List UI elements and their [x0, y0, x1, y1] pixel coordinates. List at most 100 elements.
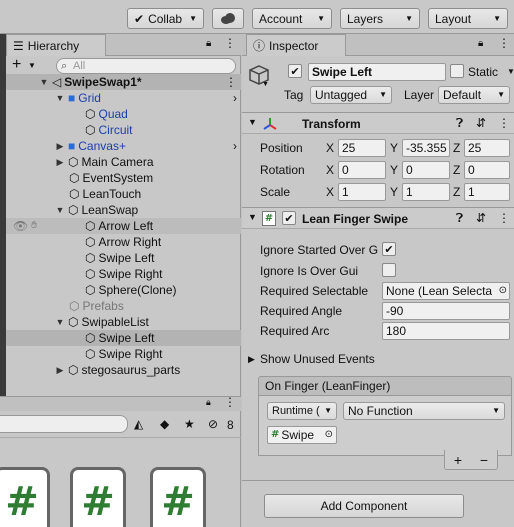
help-icon[interactable]: ❓︎ — [456, 116, 463, 131]
layers-dropdown[interactable]: Layers ▼ — [340, 8, 420, 29]
list-item[interactable]: ⬡ Swipe Left — [6, 250, 241, 266]
list-item[interactable]: ⬡ Circuit — [6, 122, 241, 138]
hidden-packages-icon[interactable]: ⊘ — [208, 417, 218, 431]
lean-finger-swipe-header[interactable]: ▼ # ✔ Lean Finger Swipe ❓︎ ⇵ ⋮ — [242, 207, 514, 229]
rotation-z-field[interactable]: 0 — [464, 161, 510, 179]
list-item[interactable]: ▼ ⬡ SwipableList — [6, 314, 241, 330]
target-object-field[interactable]: # Swipe ⊙ — [267, 426, 337, 444]
list-item[interactable]: ▼ ⬡ LeanSwap — [6, 202, 241, 218]
remove-event-button[interactable]: − — [480, 452, 488, 468]
collapsed-arrow-icon[interactable]: ▶ — [55, 362, 65, 378]
list-item[interactable]: 👁︎ ✋︎ ⬡ Arrow Left — [6, 218, 241, 234]
lock-icon[interactable]: 🔒︎ — [206, 397, 211, 408]
chevron-right-icon[interactable]: › — [233, 90, 237, 106]
collapsed-arrow-icon[interactable]: ▶ — [55, 138, 65, 154]
runtime-dropdown[interactable]: Runtime (▼ — [267, 402, 337, 420]
cube-icon: ⬡ — [85, 267, 96, 281]
script-asset-icon[interactable]: # — [70, 467, 126, 527]
object-picker-icon[interactable]: ⊙ — [325, 427, 333, 443]
list-item[interactable]: ⬡ EventSystem — [6, 170, 241, 186]
lock-icon[interactable]: 🔒︎ — [206, 38, 211, 49]
list-item[interactable]: ⬡ Arrow Right — [6, 234, 241, 250]
expand-arrow-icon[interactable]: ▼ — [248, 117, 257, 127]
icon-dropdown-arrow-icon[interactable]: ▼ — [262, 81, 269, 88]
function-dropdown[interactable]: No Function ▼ — [343, 402, 505, 420]
list-item[interactable]: ⬡ Swipe Right — [6, 346, 241, 362]
required-angle-field[interactable]: -90 — [382, 302, 510, 320]
scale-x-field[interactable]: 1 — [338, 183, 386, 201]
list-item[interactable]: ▶ ■ Canvas+ › — [6, 138, 241, 154]
scene-row[interactable]: ▼ ◁ SwipeSwap1* ⋮ — [6, 74, 241, 90]
ignore-started-checkbox[interactable]: ✔ — [382, 242, 396, 256]
transform-header[interactable]: ▼ Transform ❓︎ ⇵ ⋮ — [242, 112, 514, 134]
script-asset-icon[interactable]: # — [150, 467, 206, 527]
script-asset-icon[interactable]: # — [0, 467, 50, 527]
add-event-button[interactable]: + — [454, 452, 462, 468]
menu-icon[interactable]: ⋮ — [224, 395, 236, 409]
ignore-over-gui-checkbox[interactable] — [382, 263, 396, 277]
component-menu-icon[interactable]: ⋮ — [498, 116, 510, 130]
add-button[interactable]: + — [12, 56, 21, 74]
component-menu-icon[interactable]: ⋮ — [498, 211, 510, 225]
cube-icon: ⬡ — [85, 107, 96, 121]
favorite-star-icon[interactable]: ★ — [184, 417, 195, 431]
rotation-x-field[interactable]: 0 — [338, 161, 386, 179]
list-item[interactable]: ▼ ■ Grid › — [6, 90, 241, 106]
project-search-input[interactable] — [0, 415, 128, 433]
list-item[interactable]: ▶ ⬡ stegosaurus_parts — [6, 362, 241, 378]
account-dropdown[interactable]: Account ▼ — [252, 8, 332, 29]
static-dropdown-arrow-icon[interactable]: ▼ — [507, 67, 514, 76]
static-checkbox[interactable] — [450, 64, 464, 78]
hierarchy-search-input[interactable]: ⌕ All — [56, 58, 236, 74]
add-dropdown-arrow-icon[interactable]: ▼ — [28, 61, 36, 70]
position-y-field[interactable]: -35.355 — [402, 139, 450, 157]
required-selectable-field[interactable]: None (Lean Selecta ⊙ — [382, 282, 510, 300]
cloud-button[interactable] — [212, 8, 244, 29]
help-icon[interactable]: ❓︎ — [456, 211, 463, 226]
list-item[interactable]: ▶ ⬡ Main Camera — [6, 154, 241, 170]
scale-y-field[interactable]: 1 — [402, 183, 450, 201]
layout-dropdown[interactable]: Layout ▼ — [428, 8, 508, 29]
preset-icon[interactable]: ⇵ — [476, 116, 486, 130]
expand-arrow-icon[interactable]: ▼ — [55, 202, 65, 218]
object-picker-icon[interactable]: ⊙ — [499, 283, 507, 299]
collab-button[interactable]: ✔ Collab ▼ — [127, 8, 204, 29]
visibility-eye-icon[interactable]: 👁︎ — [13, 218, 28, 234]
expand-arrow-icon[interactable]: ▼ — [55, 90, 65, 106]
cube-icon: ⬡ — [84, 219, 96, 233]
position-x-field[interactable]: 25 — [338, 139, 386, 157]
rotation-y-field[interactable]: 0 — [402, 161, 450, 179]
tab-inspector[interactable]: ⓘ Inspector — [246, 34, 346, 56]
scene-menu-icon[interactable]: ⋮ — [225, 74, 237, 90]
required-arc-field[interactable]: 180 — [382, 322, 510, 340]
component-enabled-checkbox[interactable]: ✔ — [282, 211, 296, 225]
menu-icon[interactable]: ⋮ — [224, 36, 236, 50]
dropdown-arrow-icon: ▼ — [324, 406, 332, 415]
expand-arrow-icon[interactable]: ▼ — [39, 74, 49, 90]
position-z-field[interactable]: 25 — [464, 139, 510, 157]
collapsed-arrow-icon[interactable]: ▶ — [248, 354, 255, 365]
preset-icon[interactable]: ⇵ — [476, 211, 486, 225]
list-item[interactable]: ⬡ Swipe Right — [6, 266, 241, 282]
scale-z-field[interactable]: 1 — [464, 183, 510, 201]
filter-label-icon[interactable]: ◆ — [160, 417, 169, 431]
filter-type-icon[interactable]: ◭ — [134, 417, 143, 431]
list-item[interactable]: ⬡ Swipe Left — [6, 330, 241, 346]
list-item[interactable]: ⬡ Quad — [6, 106, 241, 122]
list-item[interactable]: ⬡ LeanTouch — [6, 186, 241, 202]
pick-hand-icon[interactable]: ✋︎ — [31, 218, 37, 234]
menu-icon[interactable]: ⋮ — [498, 36, 510, 50]
tag-dropdown[interactable]: Untagged ▼ — [310, 86, 392, 104]
layer-dropdown[interactable]: Default ▼ — [438, 86, 510, 104]
list-item[interactable]: ⬡ Prefabs — [6, 298, 241, 314]
chevron-right-icon[interactable]: › — [233, 138, 237, 154]
tab-hierarchy[interactable]: ☰ Hierarchy — [6, 34, 106, 56]
active-checkbox[interactable]: ✔ — [288, 64, 302, 78]
object-name-field[interactable]: Swipe Left — [308, 63, 446, 81]
list-item[interactable]: ⬡ Sphere(Clone) — [6, 282, 241, 298]
expand-arrow-icon[interactable]: ▼ — [55, 314, 65, 330]
lock-icon[interactable]: 🔒︎ — [478, 38, 483, 49]
add-component-button[interactable]: Add Component — [264, 494, 464, 518]
expand-arrow-icon[interactable]: ▼ — [248, 212, 257, 222]
collapsed-arrow-icon[interactable]: ▶ — [55, 154, 65, 170]
